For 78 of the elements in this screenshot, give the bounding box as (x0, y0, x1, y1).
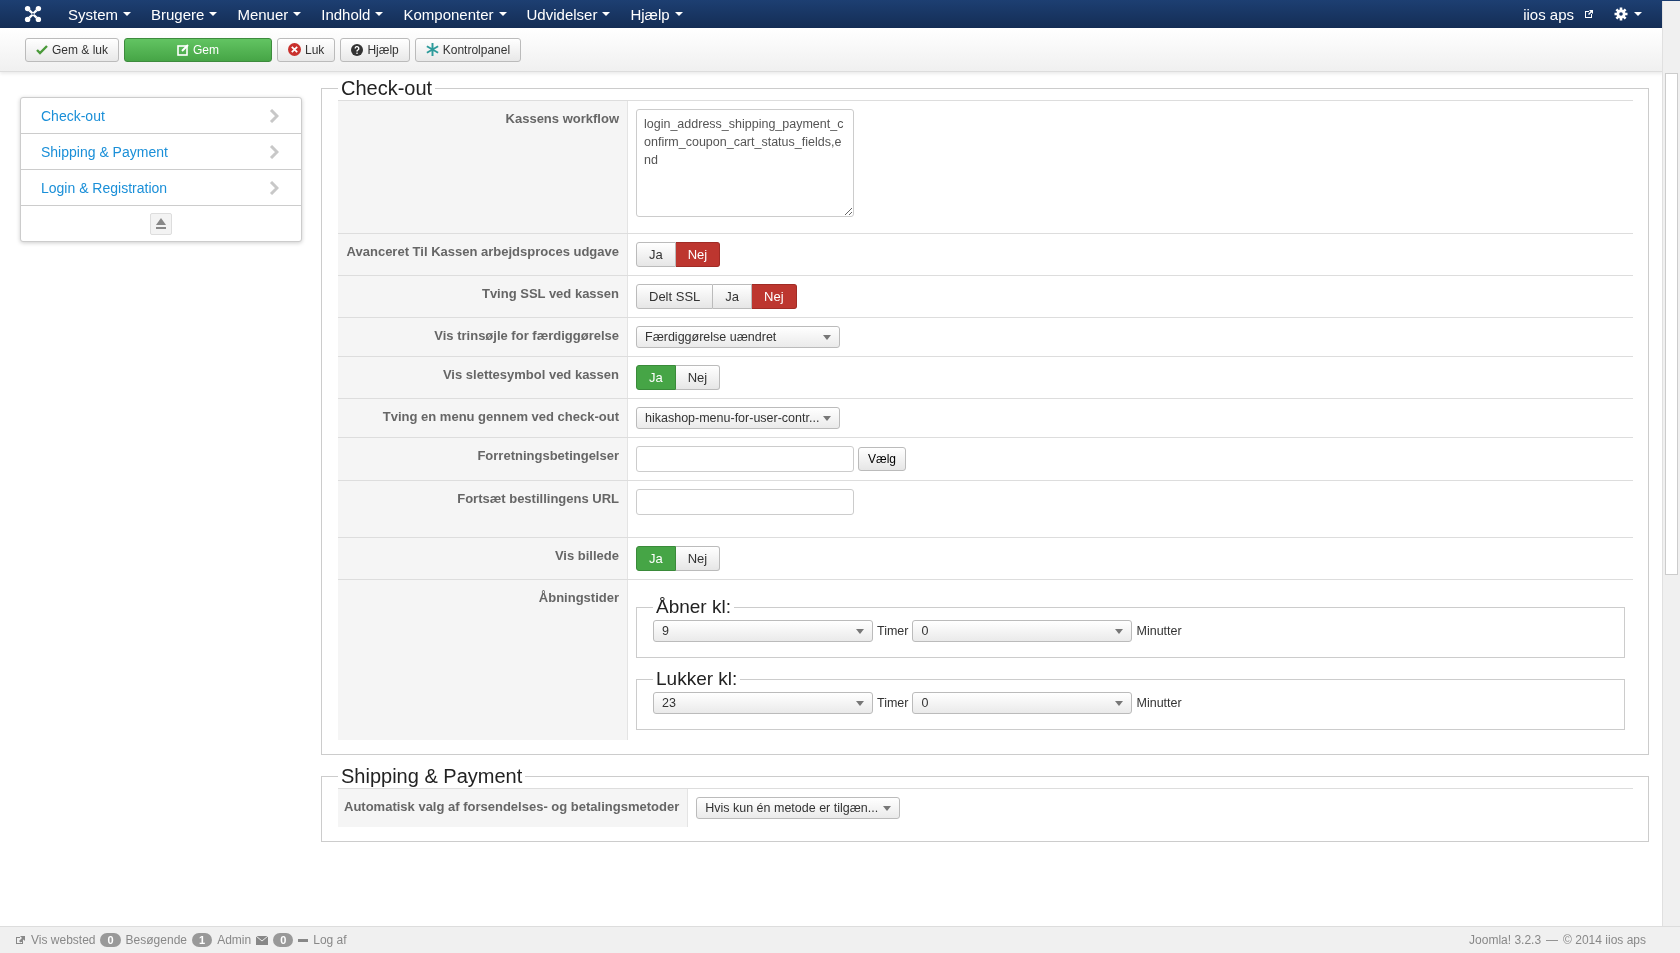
field-label: Åbningstider (538, 590, 619, 605)
section-title: Check-out (340, 77, 434, 100)
field-label: Forretningsbetingelser (477, 448, 619, 463)
toolbar-button[interactable]: Luk (277, 37, 336, 62)
settings-menu[interactable] (1614, 7, 1642, 21)
separator-text: — (1546, 933, 1559, 947)
sidebar-link[interactable]: Shipping & Payment (41, 143, 168, 160)
textarea-field[interactable]: login_address_shipping_payment_confirm_coupon_cart_status_fields,end (636, 109, 854, 217)
section-title: Shipping & Payment (340, 765, 524, 788)
select-field[interactable]: Færdiggørelse uændret (636, 326, 840, 348)
minute-select[interactable]: 0 (912, 692, 1133, 714)
unit-label: Timer (877, 696, 909, 710)
site-link[interactable]: iios aps (1513, 5, 1584, 23)
sidebar-link[interactable]: Login & Registration (41, 179, 168, 196)
nav-menu[interactable]: Menuer (227, 5, 312, 23)
field-label: Tving en menu gennem ved check-out (382, 409, 619, 424)
field-label: Vis slettesymbol ved kassen (442, 367, 619, 382)
toggle-option[interactable]: Nej (752, 284, 797, 309)
chevron-right-icon (269, 180, 279, 195)
eject-icon (156, 218, 166, 229)
nav-menu[interactable]: System (58, 5, 141, 23)
toggle-option[interactable]: Nej (675, 365, 721, 390)
help-icon (351, 43, 364, 56)
field-label: Vis trinsøjle for færdiggørelse (434, 328, 619, 343)
field-label: Tving SSL ved kassen (481, 286, 619, 301)
url-field[interactable] (636, 489, 854, 515)
admins-label: Admin (217, 933, 252, 947)
chevron-right-icon (269, 144, 279, 159)
unit-label: Timer (877, 624, 909, 638)
nav-menu[interactable]: Komponenter (393, 5, 517, 23)
toggle-option[interactable]: Delt SSL (636, 284, 714, 309)
field-label: Kassens workflow (505, 111, 619, 126)
toggle-option[interactable]: Ja (636, 242, 676, 267)
copyright-text: © 2014 iios aps (1563, 933, 1646, 947)
nav-menu[interactable]: Udvidelser (516, 5, 621, 23)
logo-icon[interactable] (24, 5, 42, 23)
toggle-option[interactable]: Ja (713, 284, 753, 309)
nav-menu[interactable]: Brugere (141, 5, 228, 23)
toolbar-button[interactable]: Hjælp (340, 37, 410, 62)
version-text: Joomla! 3.2.3 (1469, 933, 1542, 947)
field-label: Avanceret Til Kassen arbejdsproces udgave (346, 244, 619, 259)
collapse-button[interactable] (150, 212, 172, 235)
nav-menu[interactable]: Hjælp (620, 5, 693, 23)
count-badge: 0 (273, 933, 294, 947)
minute-select[interactable]: 0 (912, 620, 1133, 642)
nav-menu[interactable]: Indhold (311, 5, 394, 23)
count-badge: 0 (100, 933, 121, 947)
field-label: Vis billede (554, 548, 619, 563)
minus-icon (298, 938, 309, 942)
field-label: Automatisk valg af forsendelses- og betalingsmetoder (344, 799, 680, 814)
edit-icon (177, 43, 189, 56)
external-link-icon (15, 935, 26, 945)
toggle-option[interactable]: Nej (675, 242, 721, 267)
hour-select[interactable]: 9 (653, 620, 873, 642)
close-icon (288, 43, 301, 56)
time-group-title: Lukker kl: (655, 668, 739, 690)
chevron-right-icon (269, 108, 279, 123)
count-badge: 1 (192, 933, 213, 947)
envelope-icon (256, 935, 269, 945)
field-label: Fortsæt bestillingens URL (457, 491, 619, 506)
select-button[interactable]: Vælg (858, 447, 906, 471)
time-group-title: Åbner kl: (655, 596, 732, 618)
gear-icon (1614, 7, 1628, 21)
asterisk-icon (425, 43, 439, 56)
sidebar-link[interactable]: Check-out (41, 107, 105, 124)
toggle-option[interactable]: Nej (675, 546, 721, 571)
checkmark-icon (36, 43, 48, 56)
visitors-label: Besøgende (125, 933, 187, 947)
unit-label: Minutter (1136, 624, 1182, 638)
hour-select[interactable]: 23 (653, 692, 873, 714)
select-field[interactable]: hikashop-menu-for-user-contr... (636, 407, 840, 429)
unit-label: Minutter (1136, 696, 1182, 710)
scrollbar[interactable] (1662, 1, 1680, 926)
toolbar-button[interactable]: Kontrolpanel (414, 37, 522, 62)
text-field[interactable] (636, 446, 854, 472)
toolbar-button[interactable]: Gem & luk (25, 37, 119, 62)
select-field[interactable]: Hvis kun én metode er tilgæn... (696, 797, 901, 819)
external-link-icon (1584, 9, 1594, 19)
